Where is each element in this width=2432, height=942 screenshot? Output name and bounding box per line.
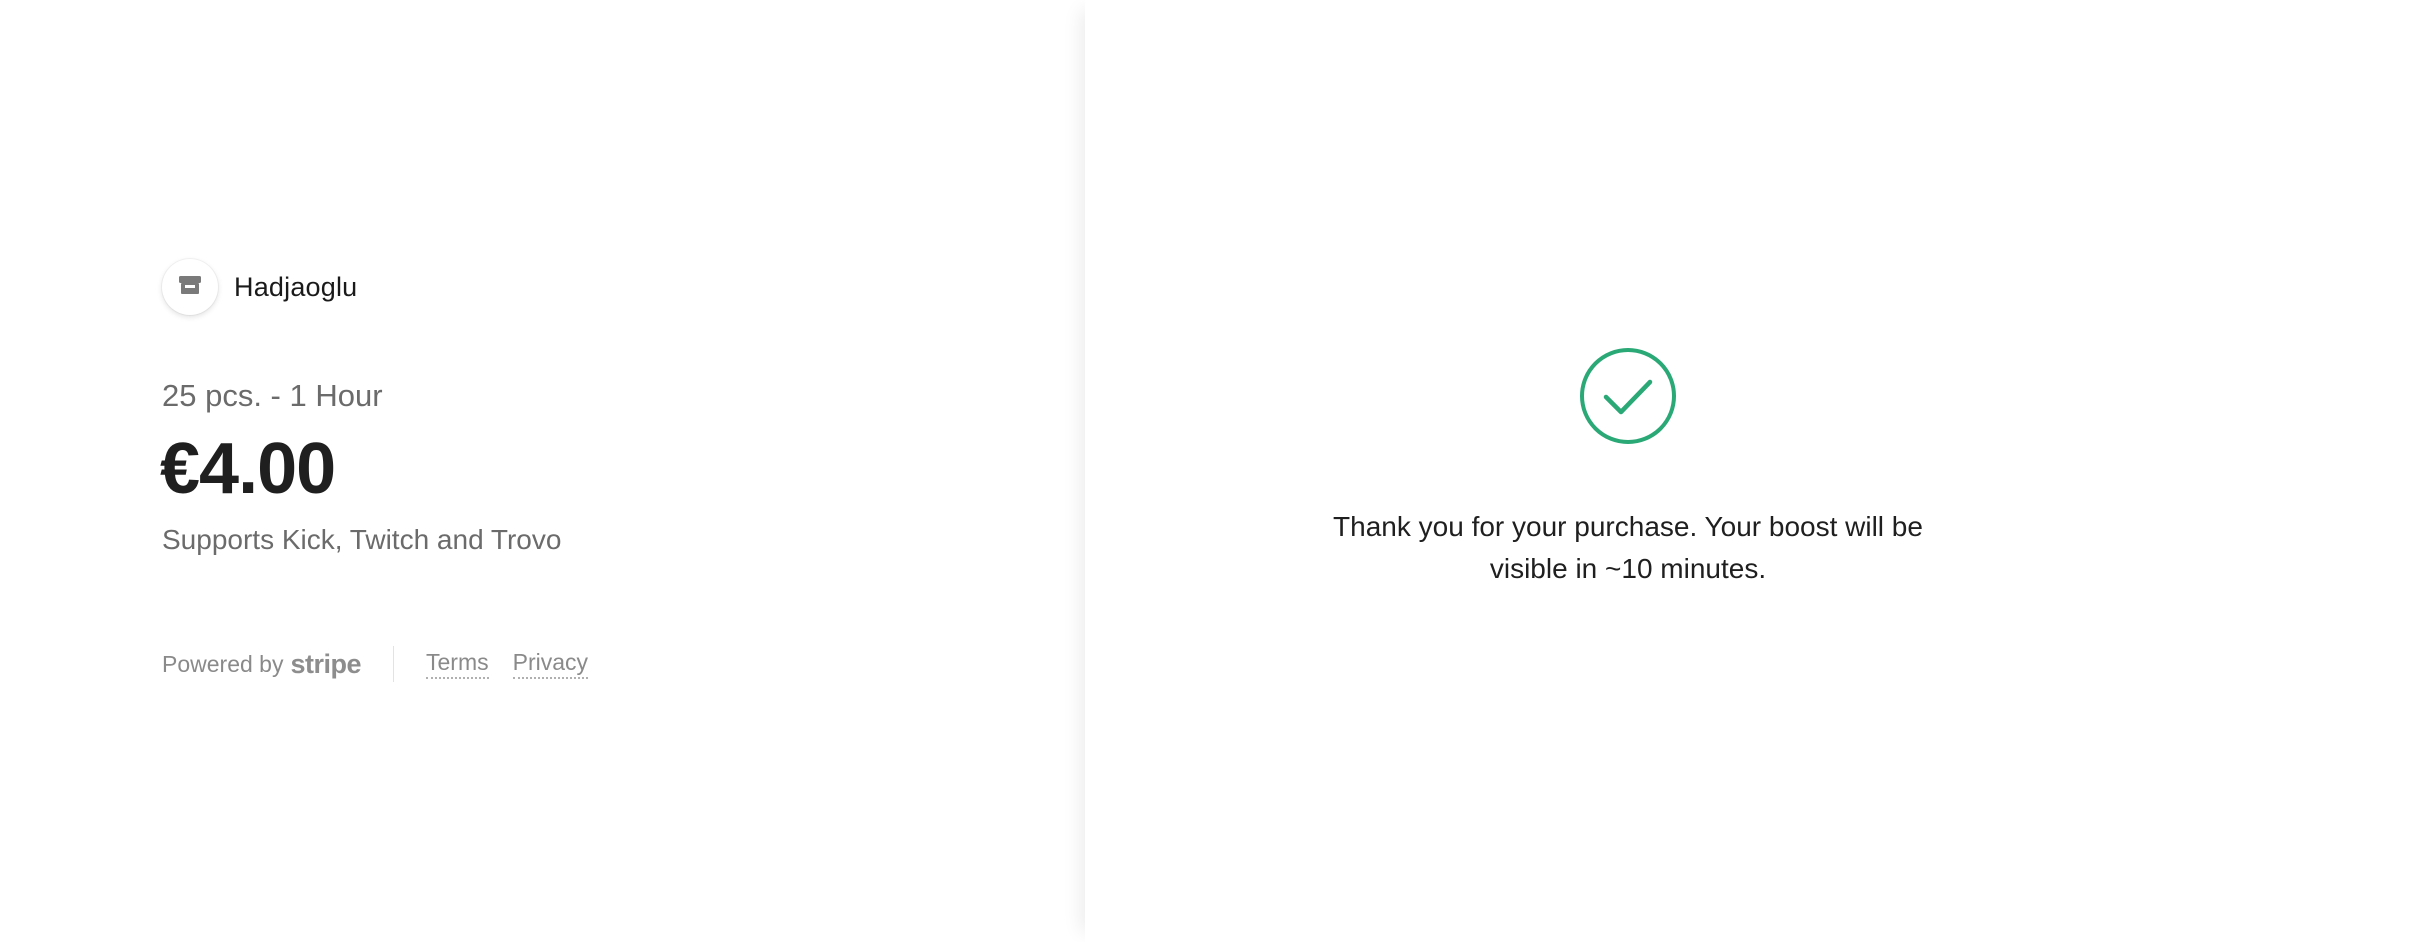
product-name: 25 pcs. - 1 Hour [162,378,383,413]
checkout-page: Hadjaoglu 25 pcs. - 1 Hour €4.00 Support… [0,0,2432,942]
powered-by-stripe[interactable]: Powered by stripe [162,649,361,680]
check-circle-icon [1579,347,1677,445]
checkout-footer: Powered by stripe Terms Privacy [162,646,612,682]
powered-by-label: Powered by [162,650,284,677]
stripe-logo: stripe [290,648,361,679]
order-summary-pane: Hadjaoglu 25 pcs. - 1 Hour €4.00 Support… [0,0,1085,942]
confirmation-pane: Thank you for your purchase. Your boost … [1085,0,2432,942]
merchant-avatar [162,259,218,315]
privacy-link[interactable]: Privacy [512,649,589,679]
product-price: €4.00 [160,429,336,509]
confirmation-message: Thank you for your purchase. Your boost … [1333,511,1923,584]
footer-divider [393,646,394,682]
product-description: Supports Kick, Twitch and Trovo [162,524,562,555]
merchant-header: Hadjaoglu [162,259,357,315]
merchant-name: Hadjaoglu [234,271,358,302]
store-icon [177,273,203,302]
terms-link[interactable]: Terms [426,649,489,679]
